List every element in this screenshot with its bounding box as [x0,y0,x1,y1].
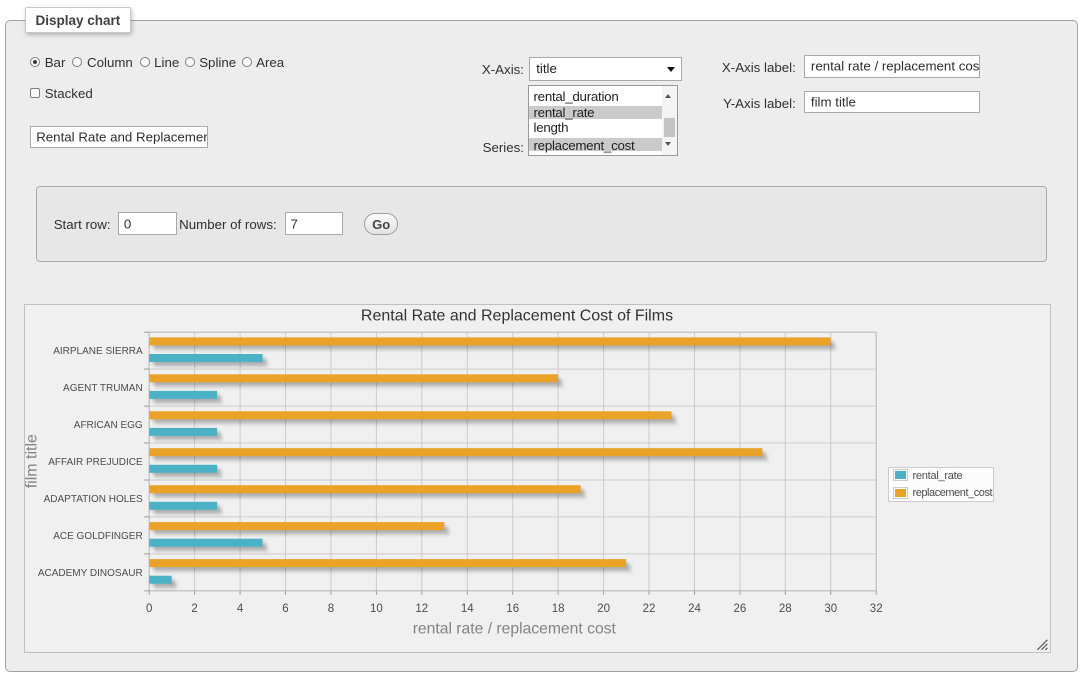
svg-text:ACE GOLDFINGER: ACE GOLDFINGER [54,531,143,542]
svg-text:Rental Rate and Replacement Co: Rental Rate and Replacement Cost of Film… [361,308,673,325]
svg-text:rental rate / replacement cost: rental rate / replacement cost [413,621,617,638]
svg-text:ACADEMY DINOSAUR: ACADEMY DINOSAUR [38,568,143,579]
svg-text:2: 2 [192,603,198,615]
svg-text:32: 32 [870,603,883,615]
svg-text:4: 4 [237,603,244,615]
svg-text:12: 12 [416,603,429,615]
svg-text:AFRICAN EGG: AFRICAN EGG [74,420,143,431]
svg-text:AIRPLANE SIERRA: AIRPLANE SIERRA [54,346,144,357]
svg-text:24: 24 [688,603,701,615]
svg-text:14: 14 [461,603,474,615]
svg-text:film title: film title [25,434,41,488]
svg-text:22: 22 [643,603,656,615]
svg-text:20: 20 [597,603,610,615]
svg-text:6: 6 [283,603,289,615]
svg-text:30: 30 [825,603,838,615]
svg-text:10: 10 [370,603,383,615]
svg-text:8: 8 [328,603,334,615]
svg-text:AFFAIR PREJUDICE: AFFAIR PREJUDICE [49,457,144,468]
svg-text:28: 28 [779,603,792,615]
svg-text:ADAPTATION HOLES: ADAPTATION HOLES [44,494,143,505]
svg-text:26: 26 [734,603,747,615]
svg-text:16: 16 [507,603,520,615]
svg-text:18: 18 [552,603,565,615]
svg-text:0: 0 [146,603,152,615]
svg-text:AGENT TRUMAN: AGENT TRUMAN [63,383,143,394]
